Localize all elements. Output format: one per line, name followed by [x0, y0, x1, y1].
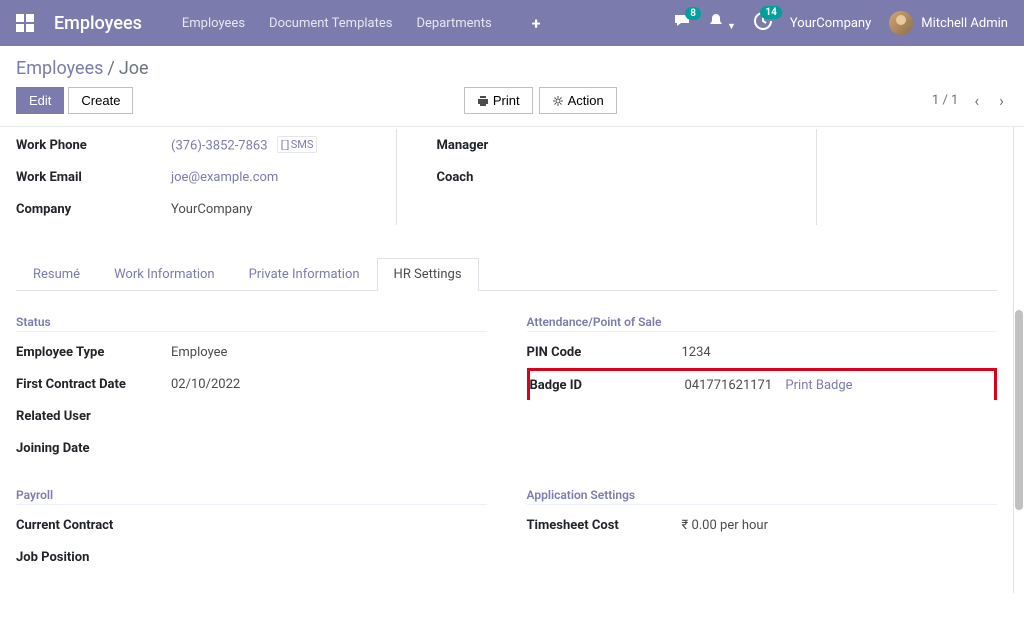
breadcrumb: Employees/Joe	[16, 58, 149, 79]
user-menu[interactable]: Mitchell Admin	[889, 11, 1008, 35]
tab-private-information[interactable]: Private Information	[232, 258, 377, 291]
timesheet-cost-value: ₹ 0.00 per hour	[682, 518, 998, 533]
notifications-icon[interactable]: ▼	[709, 13, 736, 33]
work-email-label: Work Email	[16, 170, 171, 185]
job-position-label: Job Position	[16, 550, 171, 565]
gear-icon	[552, 95, 564, 107]
activities-icon[interactable]: 14	[754, 12, 772, 34]
badge-id-value: 041771621171	[685, 378, 773, 393]
attendance-section: Attendance/Point of Sale	[527, 315, 998, 332]
pager-next[interactable]: ›	[995, 87, 1008, 114]
nav-plus-icon[interactable]: +	[532, 14, 541, 33]
pin-label: PIN Code	[527, 345, 682, 360]
activities-badge: 14	[760, 6, 781, 19]
print-icon	[477, 95, 489, 107]
work-email-value[interactable]: joe@example.com	[171, 170, 366, 185]
user-name: Mitchell Admin	[921, 16, 1008, 31]
tab-work-information[interactable]: Work Information	[97, 258, 232, 291]
nav-departments[interactable]: Departments	[416, 16, 491, 31]
status-section: Status	[16, 315, 487, 332]
coach-label: Coach	[437, 170, 592, 185]
breadcrumb-root[interactable]: Employees	[16, 58, 103, 79]
employee-type-value: Employee	[171, 345, 487, 360]
top-navbar: Employees Employees Document Templates D…	[0, 0, 1024, 46]
company-label: Company	[16, 202, 171, 217]
pin-value: 1234	[682, 345, 998, 360]
print-badge-link[interactable]: Print Badge	[785, 378, 852, 393]
create-button[interactable]: Create	[68, 87, 133, 114]
form-sheet: Work Phone (376)-3852-7863 SMS Work Emai…	[0, 127, 1014, 593]
mobile-icon	[281, 140, 289, 150]
work-phone-label: Work Phone	[16, 138, 171, 153]
badge-id-label: Badge ID	[530, 378, 685, 393]
badge-id-row-highlighted: Badge ID 041771621171 Print Badge	[527, 368, 998, 400]
joining-date-label: Joining Date	[16, 441, 171, 456]
company-value: YourCompany	[171, 202, 366, 217]
avatar	[889, 11, 913, 35]
employee-type-label: Employee Type	[16, 345, 171, 360]
application-settings-section: Application Settings	[527, 488, 998, 505]
nav-employees[interactable]: Employees	[182, 16, 245, 31]
company-name[interactable]: YourCompany	[790, 16, 871, 31]
work-phone-value[interactable]: (376)-3852-7863	[171, 139, 268, 154]
current-contract-label: Current Contract	[16, 518, 171, 533]
tab-resume[interactable]: Resumé	[16, 258, 97, 291]
nav-document-templates[interactable]: Document Templates	[269, 16, 392, 31]
related-user-label: Related User	[16, 409, 171, 424]
pager-prev[interactable]: ‹	[970, 87, 983, 114]
manager-label: Manager	[437, 138, 592, 153]
app-brand: Employees	[54, 13, 142, 34]
scrollbar-thumb[interactable]	[1015, 310, 1023, 510]
payroll-section: Payroll	[16, 488, 487, 505]
breadcrumb-current: Joe	[119, 58, 149, 79]
apps-icon[interactable]	[16, 14, 34, 32]
tab-hr-settings[interactable]: HR Settings	[377, 258, 479, 291]
first-contract-value: 02/10/2022	[171, 377, 487, 392]
timesheet-cost-label: Timesheet Cost	[527, 518, 682, 533]
control-panel: Employees/Joe Edit Create Print Action 1…	[0, 46, 1024, 127]
print-button[interactable]: Print	[464, 87, 533, 114]
tabs: Resumé Work Information Private Informat…	[16, 257, 997, 291]
messages-badge: 8	[685, 7, 701, 20]
pager-text: 1 / 1	[932, 93, 958, 108]
action-button[interactable]: Action	[539, 87, 617, 114]
messages-icon[interactable]: 8	[673, 13, 691, 33]
sms-link[interactable]: SMS	[277, 136, 318, 153]
first-contract-label: First Contract Date	[16, 377, 171, 392]
edit-button[interactable]: Edit	[16, 87, 64, 114]
